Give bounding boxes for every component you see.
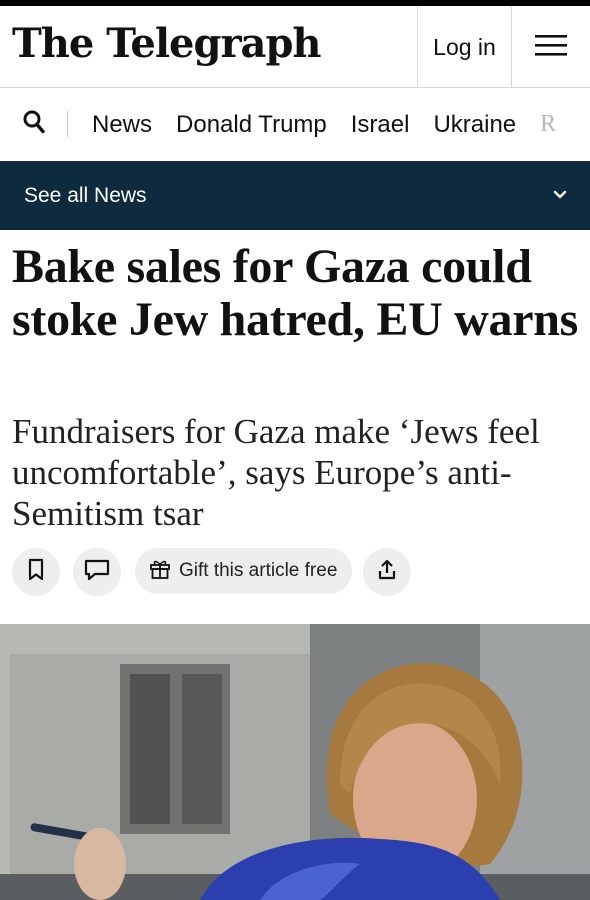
see-all-news-label: See all News <box>24 183 147 207</box>
bookmark-icon <box>26 558 46 587</box>
masthead: The Telegraph Log in <box>0 6 590 88</box>
nav-item-israel[interactable]: Israel <box>351 111 410 139</box>
nav-divider <box>67 111 68 137</box>
article-photo <box>0 624 590 900</box>
gift-article-button[interactable]: Gift this article free <box>135 548 352 594</box>
article-standfirst: Fundraisers for Gaza make ‘Jews feel unc… <box>12 412 540 533</box>
login-button[interactable]: Log in <box>417 6 511 88</box>
hamburger-menu-icon <box>534 33 568 62</box>
nav-item-truncated[interactable]: R <box>540 111 556 138</box>
share-icon <box>376 558 398 587</box>
nav-item-ukraine[interactable]: Ukraine <box>433 111 516 139</box>
section-nav: News Donald Trump Israel Ukraine R <box>0 88 590 161</box>
gift-article-label: Gift this article free <box>179 560 338 581</box>
comment-button[interactable] <box>73 548 121 596</box>
gift-icon <box>149 558 171 585</box>
nav-item-news[interactable]: News <box>92 111 152 139</box>
bookmark-button[interactable] <box>12 548 60 596</box>
search-button[interactable] <box>0 88 68 161</box>
telegraph-logo[interactable]: The Telegraph <box>12 18 322 70</box>
login-label: Log in <box>433 33 496 60</box>
menu-button[interactable] <box>511 6 590 88</box>
see-all-news-bar[interactable]: See all News <box>0 161 590 230</box>
search-icon <box>23 110 45 139</box>
comment-icon <box>83 558 111 587</box>
article-actions: Gift this article free <box>12 548 582 596</box>
share-button[interactable] <box>363 548 411 596</box>
nav-item-donald-trump[interactable]: Donald Trump <box>176 111 327 139</box>
chevron-down-icon <box>552 187 568 205</box>
article-headline: Bake sales for Gaza could stoke Jew hatr… <box>12 240 578 346</box>
